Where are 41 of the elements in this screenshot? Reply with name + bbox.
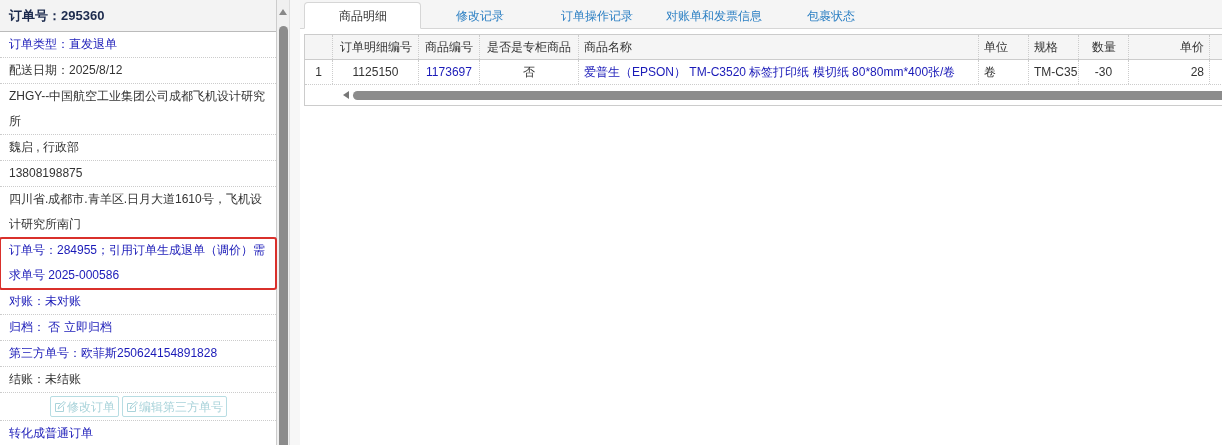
column-header: 规格: [1029, 35, 1079, 59]
table-cell: 1125150: [333, 60, 419, 84]
table-cell: -30: [1079, 60, 1129, 84]
table-cell: 否: [480, 60, 579, 84]
column-header: 订单明细编号: [333, 35, 419, 59]
scroll-up-icon[interactable]: [278, 8, 288, 16]
order-info-text: 结账：未结账: [9, 371, 82, 388]
order-info-text: ZHGY--中国航空工业集团公司成都飞机设计研究所: [9, 88, 267, 130]
order-info-text: 配送日期：2025/8/12: [9, 62, 124, 79]
scrollbar-thumb[interactable]: [278, 26, 288, 445]
order-info-text[interactable]: 第三方单号：欧菲斯250624154891828: [9, 341, 267, 366]
order-info-text: 魏启 , 行政部: [9, 139, 80, 156]
row-number: 1: [305, 60, 333, 84]
edit-icon: [125, 400, 138, 413]
edit-icon: [53, 400, 66, 413]
order-info-text: 四川省.成都市.青羊区.日月大道1610号，飞机设计研究所南门: [9, 191, 263, 233]
order-info-text[interactable]: 订单类型：直发退单: [9, 32, 267, 57]
table-cell: 28: [1129, 60, 1210, 84]
order-info-text[interactable]: 订单号：284955；引用订单生成退单（调价）需求单号 2025-000586: [9, 238, 267, 288]
table-cell[interactable]: 1173697: [419, 60, 480, 84]
tab[interactable]: 对账单和发票信息: [655, 2, 772, 29]
order-info-text: 13808198875: [9, 165, 84, 182]
tab[interactable]: 包裹状态: [772, 2, 889, 29]
column-header: 商品名称: [579, 35, 979, 59]
column-header: 单价: [1129, 35, 1210, 59]
column-header: 数量: [1079, 35, 1129, 59]
tab[interactable]: 修改记录: [421, 2, 538, 29]
tab[interactable]: 订单操作记录: [538, 2, 655, 29]
column-header: 是否是专柜商品: [480, 35, 579, 59]
order-number-heading: 订单号：295360: [0, 0, 276, 32]
order-info-text[interactable]: 转化成普通订单: [9, 421, 267, 445]
horizontal-scrollbar-thumb[interactable]: [353, 90, 1222, 100]
table-cell: TM-C35: [1029, 60, 1079, 84]
order-info-text[interactable]: 对账：未对账: [9, 289, 267, 314]
column-header: 商品编号: [419, 35, 480, 59]
table-cell[interactable]: 爱普生（EPSON） TM-C3520 标签打印纸 模切纸 80*80mm*400张/卷: [579, 60, 979, 84]
column-header: 单位: [979, 35, 1029, 59]
order-info-text[interactable]: 归档： 否 立即归档: [9, 315, 267, 340]
tab[interactable]: 商品明细: [304, 2, 421, 29]
table-cell: 卷: [979, 60, 1029, 84]
scroll-left-icon[interactable]: [343, 91, 349, 99]
